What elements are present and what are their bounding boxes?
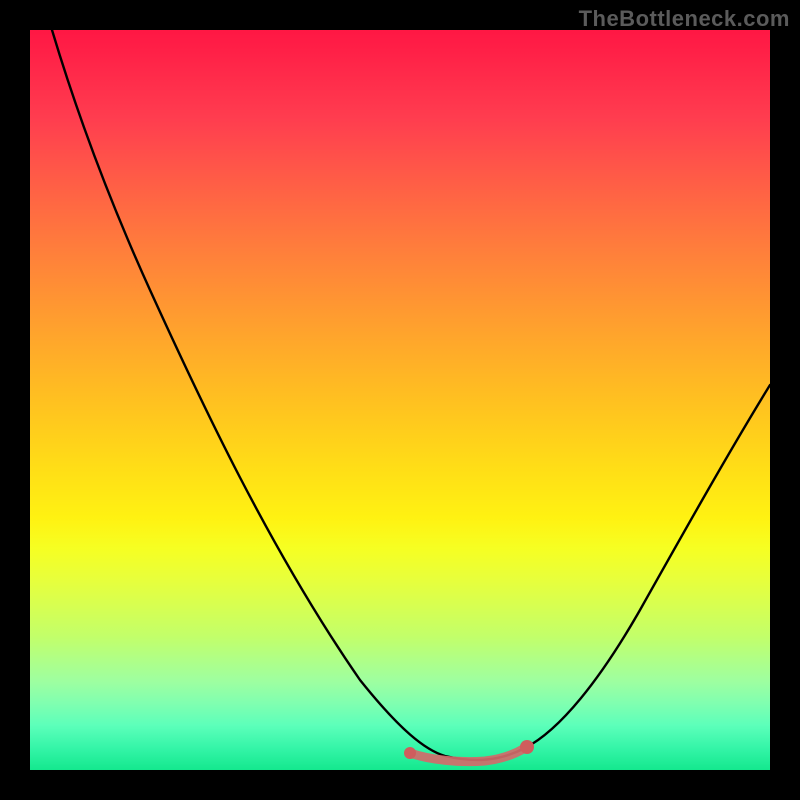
watermark-text: TheBottleneck.com	[579, 6, 790, 32]
optimal-range-end-dot	[520, 740, 534, 754]
optimal-range-marker	[410, 748, 525, 762]
bottleneck-curve	[52, 30, 770, 760]
optimal-range-start-dot	[404, 747, 416, 759]
curve-svg	[30, 30, 770, 770]
plot-area	[30, 30, 770, 770]
chart-frame: TheBottleneck.com	[0, 0, 800, 800]
